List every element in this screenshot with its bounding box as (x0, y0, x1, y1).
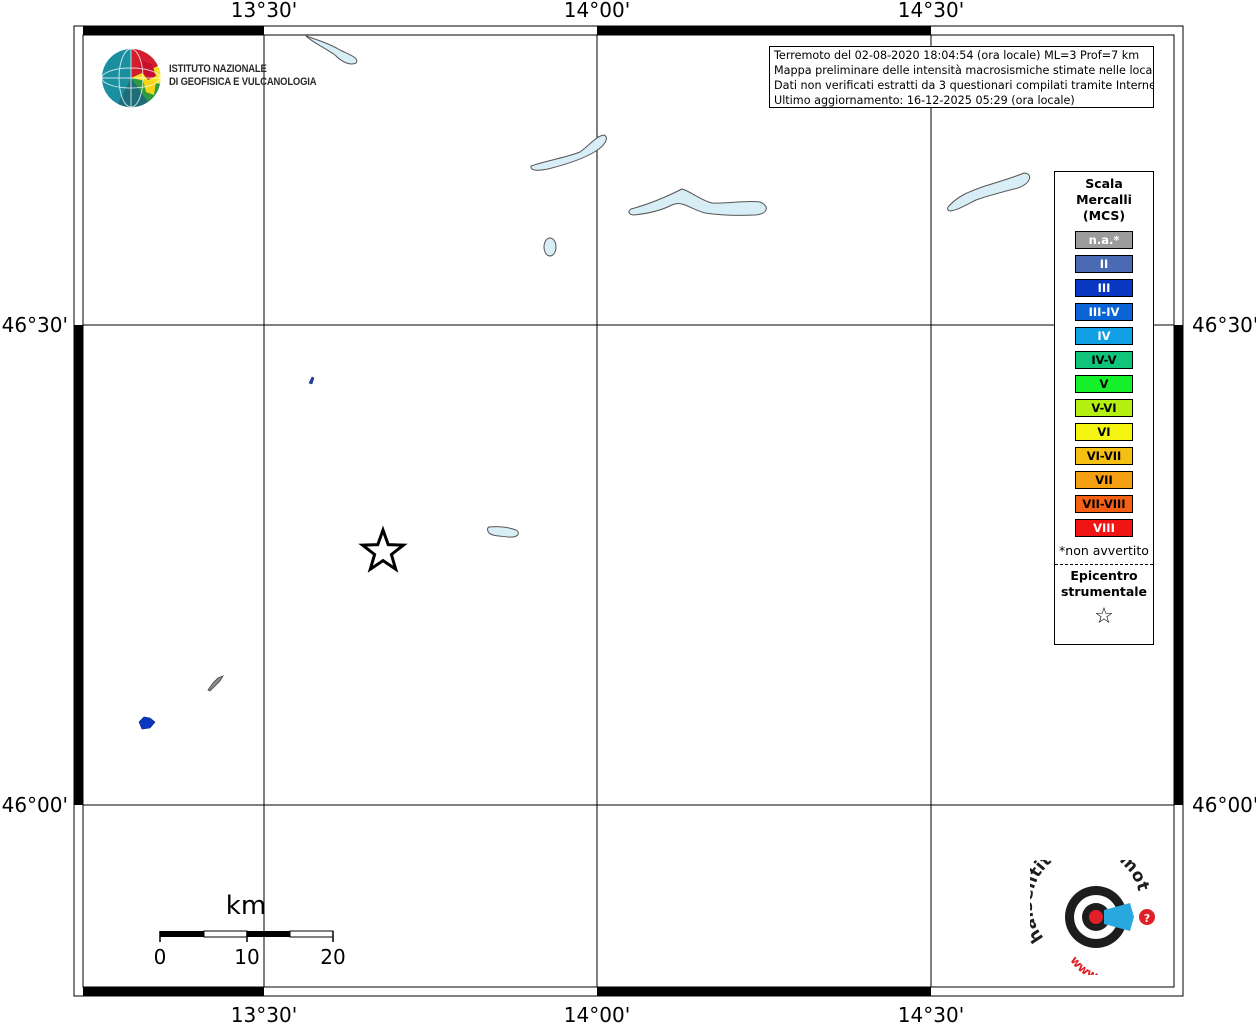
legend-item: II (1075, 255, 1133, 273)
x-tick-bottom: 14°30' (898, 1003, 964, 1024)
y-tick-right: 46°00' (1192, 793, 1256, 817)
event-info-line: Dati non verificati estratti da 3 questi… (774, 79, 1154, 92)
border-segment (1174, 325, 1183, 805)
y-tick-left: 46°00' (2, 793, 68, 817)
scale-bar-label: 20 (320, 945, 345, 969)
legend-star-icon: ☆ (1094, 604, 1114, 629)
x-tick-top: 14°30' (898, 0, 964, 22)
hst-ring-center (1089, 910, 1103, 924)
legend-epicenter-title: Epicentro strumentale (1055, 568, 1153, 600)
ingv-logo-text: ISTITUTO NAZIONALE DI GEOFISICA E VULCAN… (169, 63, 317, 89)
legend-note: *non avvertito (1059, 543, 1149, 558)
legend-item: n.a.* (1075, 231, 1133, 249)
legend-item: VIII (1075, 519, 1133, 537)
x-tick-bottom: 13°30' (231, 1003, 297, 1024)
border-segment (74, 325, 83, 805)
legend-item: VI (1075, 423, 1133, 441)
hst-logo: ? haisentitoilterremoto.it www. (1017, 835, 1166, 984)
legend-title: Scala Mercalli (MCS) (1055, 176, 1153, 224)
y-tick-left: 46°30' (2, 313, 68, 337)
scale-bar-label: 0 (154, 945, 167, 969)
event-info-box: Terremoto del 02-08-2020 18:04:54 (ora l… (769, 46, 1154, 108)
legend-item: IV (1075, 327, 1133, 345)
y-tick-right: 46°30' (1192, 313, 1256, 337)
legend-items: n.a.* II III III-IV IV IV-V V V-VI VI VI-VII VII VI… (1055, 231, 1153, 537)
border-segment (597, 26, 931, 35)
hst-logo-graphic: ? haisentitoilterremoto.it www. (1017, 835, 1155, 984)
ingv-name-line: ISTITUTO NAZIONALE (169, 63, 267, 75)
scale-bar-unit: km (226, 891, 266, 921)
legend-item: V-VI (1075, 399, 1133, 417)
scale-bar-label: 10 (234, 945, 259, 969)
legend-divider (1055, 564, 1153, 565)
legend-epicenter-line: Epicentro (1070, 568, 1138, 583)
legend-title-line: Scala (1085, 176, 1123, 191)
legend-item: VI-VII (1075, 447, 1133, 465)
ingv-logo-icon (101, 48, 161, 108)
legend-item: V (1075, 375, 1133, 393)
legend-item: VII (1075, 471, 1133, 489)
legend-title-line: (MCS) (1082, 208, 1126, 223)
legend-epicenter-line: strumentale (1060, 584, 1148, 599)
border-segment (83, 987, 264, 996)
x-tick-top: 14°00' (564, 0, 630, 22)
hst-logo-url: www. (1067, 953, 1102, 975)
mcs-legend: Scala Mercalli (MCS) n.a.* II III III-IV IV I… (1054, 171, 1154, 645)
border-segment (597, 987, 931, 996)
lake (543, 237, 557, 257)
ingv-name-line: DI GEOFISICA E VULCANOLOGIA (169, 76, 317, 88)
event-info-line: Ultimo aggiornamento: 16-12-2025 05:29 (… (774, 94, 1075, 107)
legend-item: IV-V (1075, 351, 1133, 369)
legend-item: III-IV (1075, 303, 1133, 321)
legend-title-line: Mercalli (1076, 192, 1132, 207)
legend-item: III (1075, 279, 1133, 297)
x-tick-top: 13°30' (231, 0, 297, 22)
event-info-line: Terremoto del 02-08-2020 18:04:54 (ora l… (774, 49, 1140, 62)
legend-item: VII-VIII (1075, 495, 1133, 513)
map-frame (73, 25, 1184, 997)
event-info-line: Mappa preliminare delle intensità macros… (774, 64, 1154, 77)
border-segment (83, 26, 264, 35)
hst-question-mark: ? (1144, 912, 1150, 925)
x-tick-bottom: 14°00' (564, 1003, 630, 1024)
